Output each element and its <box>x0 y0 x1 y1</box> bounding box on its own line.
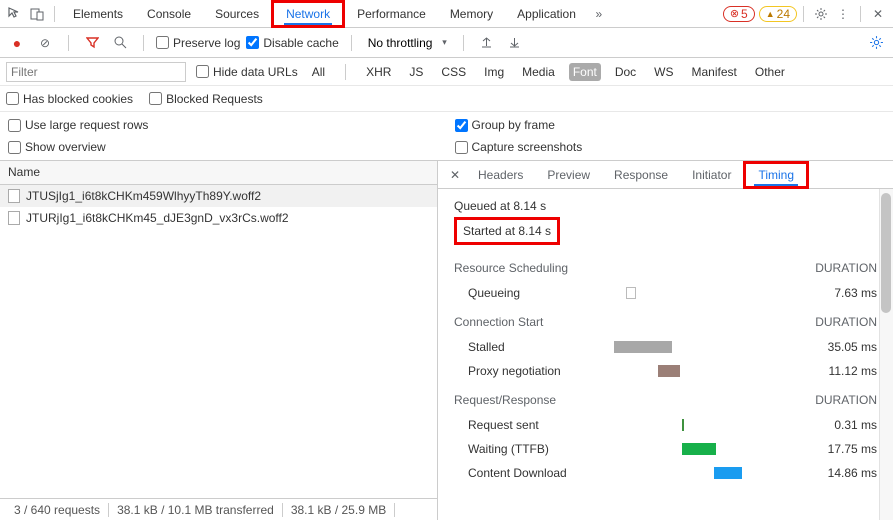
duration-header: DURATION <box>815 393 877 407</box>
section-request-response: Request/Response <box>454 393 815 407</box>
timing-row-queueing: Queueing 7.63 ms <box>454 281 877 305</box>
dtab-response[interactable]: Response <box>602 161 680 189</box>
device-toggle-icon[interactable] <box>26 3 48 25</box>
timing-row-proxy: Proxy negotiation 11.12 ms <box>454 359 877 383</box>
type-js[interactable]: JS <box>405 63 427 81</box>
throttling-select[interactable]: No throttling <box>364 34 451 52</box>
request-row[interactable]: JTURjIg1_i6t8kCHKm45_dJE3gnD_vx3rCs.woff… <box>0 207 437 229</box>
warning-count-badge[interactable]: 24 <box>759 6 797 22</box>
filter-input[interactable] <box>6 62 186 82</box>
type-all[interactable]: All <box>308 63 329 81</box>
timing-row-sent: Request sent 0.31 ms <box>454 413 877 437</box>
tab-sources[interactable]: Sources <box>203 0 271 28</box>
status-bar: 3 / 640 requests 38.1 kB / 10.1 MB trans… <box>0 498 437 520</box>
type-other[interactable]: Other <box>751 63 789 81</box>
hide-data-urls-checkbox[interactable]: Hide data URLs <box>196 65 298 79</box>
section-connection-start: Connection Start <box>454 315 815 329</box>
type-xhr[interactable]: XHR <box>362 63 395 81</box>
group-by-frame-checkbox[interactable]: Group by frame <box>455 118 886 132</box>
type-doc[interactable]: Doc <box>611 63 640 81</box>
timing-row-waiting: Waiting (TTFB) 17.75 ms <box>454 437 877 461</box>
dtab-initiator[interactable]: Initiator <box>680 161 743 189</box>
disable-cache-checkbox[interactable]: Disable cache <box>246 36 338 50</box>
dtab-headers[interactable]: Headers <box>466 161 535 189</box>
type-media[interactable]: Media <box>518 63 559 81</box>
tab-network[interactable]: Network <box>271 0 345 28</box>
request-name: JTUSjIg1_i6t8kCHKm459WlhyyTh89Y.woff2 <box>26 189 261 203</box>
file-icon <box>8 189 20 203</box>
type-img[interactable]: Img <box>480 63 508 81</box>
gear-icon[interactable] <box>810 3 832 25</box>
more-tabs-icon[interactable]: » <box>588 3 610 25</box>
search-icon[interactable] <box>109 32 131 54</box>
scrollbar[interactable] <box>879 189 893 520</box>
preserve-log-checkbox[interactable]: Preserve log <box>156 36 240 50</box>
type-css[interactable]: CSS <box>437 63 470 81</box>
type-font[interactable]: Font <box>569 63 601 81</box>
request-row[interactable]: JTUSjIg1_i6t8kCHKm459WlhyyTh89Y.woff2 <box>0 185 437 207</box>
timing-row-stalled: Stalled 35.05 ms <box>454 335 877 359</box>
tab-memory[interactable]: Memory <box>438 0 505 28</box>
clear-icon[interactable]: ⊘ <box>34 32 56 54</box>
duration-header: DURATION <box>815 261 877 275</box>
duration-header: DURATION <box>815 315 877 329</box>
close-details-icon[interactable]: ✕ <box>444 164 466 186</box>
error-count-badge[interactable]: 5 <box>723 6 755 22</box>
has-blocked-cookies-checkbox[interactable]: Has blocked cookies <box>6 92 133 106</box>
timing-row-download: Content Download 14.86 ms <box>454 461 877 485</box>
kebab-icon[interactable]: ⋮ <box>832 3 854 25</box>
blocked-requests-checkbox[interactable]: Blocked Requests <box>149 92 263 106</box>
close-icon[interactable]: ✕ <box>867 3 889 25</box>
download-icon[interactable] <box>504 32 526 54</box>
request-name: JTURjIg1_i6t8kCHKm45_dJE3gnD_vx3rCs.woff… <box>26 211 289 225</box>
inspect-icon[interactable] <box>4 3 26 25</box>
tab-console[interactable]: Console <box>135 0 203 28</box>
dtab-timing[interactable]: Timing <box>743 161 809 189</box>
record-icon[interactable]: ● <box>6 32 28 54</box>
capture-screenshots-checkbox[interactable]: Capture screenshots <box>455 140 886 154</box>
large-rows-checkbox[interactable]: Use large request rows <box>8 118 439 132</box>
column-header-name[interactable]: Name <box>0 161 437 185</box>
section-resource-scheduling: Resource Scheduling <box>454 261 815 275</box>
filter-icon[interactable] <box>81 32 103 54</box>
file-icon <box>8 211 20 225</box>
type-ws[interactable]: WS <box>650 63 677 81</box>
tab-elements[interactable]: Elements <box>61 0 135 28</box>
tab-performance[interactable]: Performance <box>345 0 438 28</box>
network-settings-gear-icon[interactable] <box>865 32 887 54</box>
type-manifest[interactable]: Manifest <box>688 63 741 81</box>
dtab-preview[interactable]: Preview <box>535 161 602 189</box>
tab-application[interactable]: Application <box>505 0 588 28</box>
show-overview-checkbox[interactable]: Show overview <box>8 140 439 154</box>
started-at: Started at 8.14 s <box>454 217 560 245</box>
queued-at: Queued at 8.14 s <box>454 199 877 213</box>
upload-icon[interactable] <box>476 32 498 54</box>
